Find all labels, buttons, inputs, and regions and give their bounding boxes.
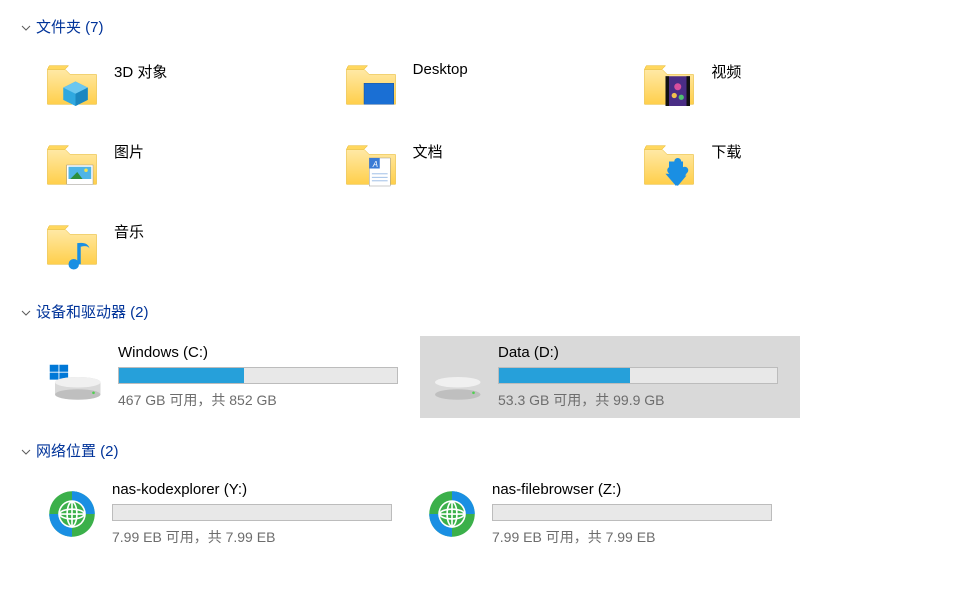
video-folder-icon: [641, 59, 697, 111]
network-usage-bar: [112, 504, 392, 521]
drive-status: 467 GB 可用，共 852 GB: [118, 390, 412, 410]
pictures-folder-icon: [44, 139, 100, 191]
network-usage-bar: [492, 504, 772, 521]
network-status: 7.99 EB 可用，共 7.99 EB: [492, 527, 794, 547]
folder-label: 文档: [413, 139, 443, 162]
svg-text:A: A: [371, 160, 377, 169]
network-name: nas-filebrowser (Z:): [492, 481, 794, 498]
network-info: nas-kodexplorer (Y:) 7.99 EB 可用，共 7.99 E…: [112, 481, 414, 547]
3d-folder-icon: [44, 59, 100, 111]
drive-icon: [428, 352, 484, 402]
folder-item[interactable]: 下载: [637, 135, 936, 195]
section-title: 文件夹 (7): [36, 16, 104, 37]
chevron-down-icon: [20, 445, 32, 457]
folder-item[interactable]: Desktop: [339, 55, 638, 115]
folder-label: 下载: [711, 139, 741, 162]
folder-label: 音乐: [114, 219, 144, 242]
folder-label: 视频: [711, 59, 741, 82]
chevron-down-icon: [20, 306, 32, 318]
network-item[interactable]: nas-filebrowser (Z:) 7.99 EB 可用，共 7.99 E…: [420, 475, 800, 553]
section-header-devices[interactable]: 设备和驱动器 (2): [20, 295, 936, 328]
music-folder-icon: [44, 219, 100, 271]
network-item[interactable]: nas-kodexplorer (Y:) 7.99 EB 可用，共 7.99 E…: [40, 475, 420, 553]
section-title: 设备和驱动器 (2): [36, 301, 149, 322]
folder-item[interactable]: A 文档: [339, 135, 638, 195]
folder-item[interactable]: 视频: [637, 55, 936, 115]
folder-label: 图片: [114, 139, 144, 162]
drive-item[interactable]: Windows (C:) 467 GB 可用，共 852 GB: [40, 336, 420, 418]
section-header-network[interactable]: 网络位置 (2): [20, 434, 936, 467]
drive-name: Windows (C:): [118, 344, 412, 361]
network-name: nas-kodexplorer (Y:): [112, 481, 414, 498]
drive-usage-bar: [498, 367, 778, 384]
documents-folder-icon: A: [343, 139, 399, 191]
drive-status: 53.3 GB 可用，共 99.9 GB: [498, 390, 792, 410]
folder-item[interactable]: 音乐: [40, 215, 339, 275]
drive-info: Windows (C:) 467 GB 可用，共 852 GB: [118, 344, 412, 410]
folder-label: 3D 对象: [114, 59, 167, 82]
globe-network-icon: [46, 488, 98, 540]
drive-usage-bar: [118, 367, 398, 384]
chevron-down-icon: [20, 21, 32, 33]
drive-info: Data (D:) 53.3 GB 可用，共 99.9 GB: [498, 344, 792, 410]
section-title: 网络位置 (2): [36, 440, 119, 461]
network-status: 7.99 EB 可用，共 7.99 EB: [112, 527, 414, 547]
drives-grid: Windows (C:) 467 GB 可用，共 852 GB Data (D:…: [20, 328, 936, 434]
section-header-folders[interactable]: 文件夹 (7): [20, 10, 936, 43]
globe-network-icon: [426, 488, 478, 540]
network-info: nas-filebrowser (Z:) 7.99 EB 可用，共 7.99 E…: [492, 481, 794, 547]
network-grid: nas-kodexplorer (Y:) 7.99 EB 可用，共 7.99 E…: [20, 467, 936, 569]
folder-label: Desktop: [413, 59, 468, 78]
folders-grid: 3D 对象 Desktop 视频: [20, 43, 936, 295]
downloads-folder-icon: [641, 139, 697, 191]
drive-name: Data (D:): [498, 344, 792, 361]
folder-item[interactable]: 3D 对象: [40, 55, 339, 115]
folder-item[interactable]: 图片: [40, 135, 339, 195]
drive-icon: [48, 352, 104, 402]
drive-item[interactable]: Data (D:) 53.3 GB 可用，共 99.9 GB: [420, 336, 800, 418]
desktop-folder-icon: [343, 59, 399, 111]
